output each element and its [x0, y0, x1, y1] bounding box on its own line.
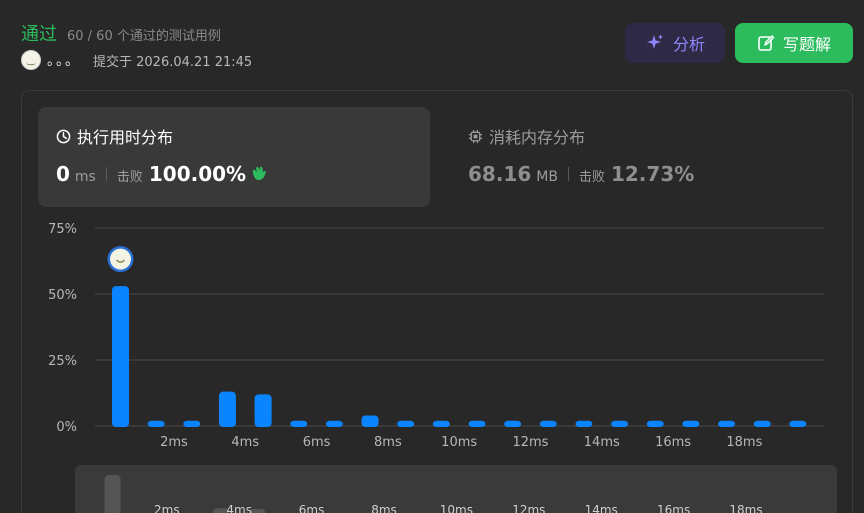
- x-tick-label: 6ms: [303, 435, 331, 450]
- navigator-label: 6ms: [299, 503, 325, 513]
- submission-result: 通过 60 / 60 个通过的测试用例 ‿ 。。。 提交于 2026.04.21…: [0, 0, 864, 513]
- x-tick-label: 4ms: [231, 435, 259, 450]
- x-tick-label: 8ms: [374, 435, 402, 450]
- chart-bar: [646, 420, 664, 427]
- y-tick-label: 25%: [48, 354, 77, 369]
- chart-bar: [682, 420, 700, 427]
- y-tick-label: 50%: [48, 288, 77, 303]
- navigator-bar: [104, 475, 121, 513]
- runtime-distribution-chart: 75% 50% 25% 0% 2ms 4ms 6ms 8ms 10ms 12ms 14ms 16ms 1…: [48, 222, 824, 450]
- navigator-label: 10ms: [440, 503, 473, 513]
- x-tick-label: 10ms: [441, 435, 477, 450]
- chart-bar: [575, 420, 593, 427]
- navigator-label: 8ms: [371, 503, 397, 513]
- chart-bar: [789, 420, 807, 427]
- chart-bar: [254, 394, 272, 427]
- chart-bar: [325, 420, 343, 427]
- x-tick-label: 12ms: [512, 435, 548, 450]
- chart-bar: [147, 420, 165, 427]
- navigator-label: 14ms: [585, 503, 618, 513]
- chart-bar: [218, 391, 236, 427]
- chart-bar: [611, 420, 629, 427]
- x-tick-label: 14ms: [584, 435, 620, 450]
- x-tick-label: 18ms: [726, 435, 762, 450]
- chart-bar: [504, 420, 522, 427]
- navigator-label: 4ms: [226, 503, 252, 513]
- y-tick-label: 0%: [56, 420, 77, 435]
- chart-bar: [468, 420, 486, 427]
- navigator-label: 12ms: [512, 503, 545, 513]
- chart-bar: [361, 415, 379, 427]
- chart-bar: [290, 420, 308, 427]
- navigator-label: 2ms: [154, 503, 180, 513]
- chart-bar: [539, 420, 557, 427]
- chart-bar: [753, 420, 771, 427]
- chart-bar: [397, 420, 415, 427]
- chart-navigator[interactable]: 2ms 4ms 6ms 8ms 10ms 12ms 14ms 16ms 18ms: [75, 465, 837, 513]
- chart-bar: [112, 286, 129, 427]
- x-tick-label: 16ms: [655, 435, 691, 450]
- chart-bar: [718, 420, 736, 427]
- navigator-chart: 2ms 4ms 6ms 8ms 10ms 12ms 14ms 16ms 18ms: [104, 475, 763, 513]
- navigator-label: 18ms: [729, 503, 762, 513]
- y-tick-label: 75%: [48, 222, 77, 237]
- avatar: [110, 248, 131, 270]
- navigator-label: 16ms: [657, 503, 690, 513]
- chart-bar: [183, 420, 201, 427]
- chart-bar: [432, 420, 450, 427]
- x-tick-label: 2ms: [160, 435, 188, 450]
